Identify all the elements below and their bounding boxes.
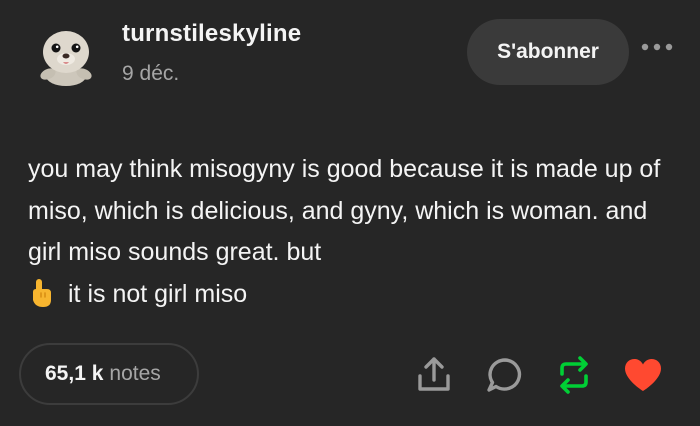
post-body-text: you may think misogyny is good because i…	[28, 155, 661, 266]
reply-bubble-icon[interactable]	[484, 354, 526, 396]
more-icon[interactable]	[640, 40, 674, 54]
notes-count: 65,1 k	[45, 362, 104, 385]
share-icon[interactable]	[413, 354, 455, 396]
post-body-last-line-text: it is not girl miso	[68, 279, 248, 308]
notes-label: notes	[109, 362, 161, 385]
heart-icon[interactable]	[622, 354, 664, 396]
post-date: 9 déc.	[122, 62, 180, 85]
follow-button[interactable]: S'abonner	[467, 19, 629, 85]
notes-button[interactable]: 65,1 k notes	[19, 343, 199, 405]
post-body-last-line: it is not girl miso	[28, 274, 668, 316]
pointing-up-emoji-icon	[33, 278, 51, 307]
post-body: you may think misogyny is good because i…	[28, 149, 668, 315]
username[interactable]: turnstileskyline	[122, 20, 301, 48]
avatar[interactable]	[30, 18, 102, 90]
reblog-icon[interactable]	[553, 354, 595, 396]
